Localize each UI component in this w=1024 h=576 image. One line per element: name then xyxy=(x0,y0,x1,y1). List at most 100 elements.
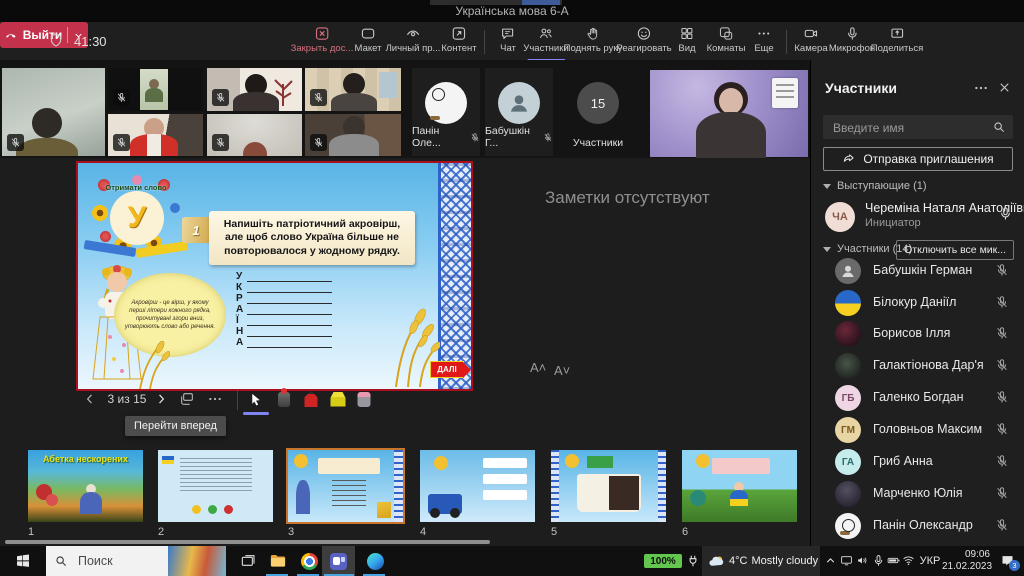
participant-row[interactable]: Бабушкін Герман xyxy=(811,256,1024,287)
chat-button[interactable]: Чат xyxy=(500,26,516,58)
mic-tray-icon[interactable] xyxy=(872,554,885,567)
participant-row[interactable]: Галактіонова Дар'я xyxy=(811,351,1024,382)
participant-row[interactable]: Марченко Юлія xyxy=(811,479,1024,510)
teacher-video-tile[interactable] xyxy=(650,70,808,157)
presentation-slide[interactable]: У Отримати слово 1 Напишіть патріотичний… xyxy=(76,161,473,391)
teams-button[interactable] xyxy=(324,546,352,576)
chrome-button[interactable] xyxy=(295,546,323,576)
pointer-tool-button[interactable] xyxy=(249,388,264,410)
task-view-button[interactable] xyxy=(234,546,262,576)
video-tile[interactable] xyxy=(108,114,203,156)
camera-button[interactable]: Камера xyxy=(794,26,827,58)
stop-presenting-button[interactable]: Закрыть дос... xyxy=(291,26,354,58)
raise-hand-button[interactable]: Поднять руку xyxy=(564,26,623,58)
mic-muted-badge xyxy=(113,89,130,106)
mic-icon xyxy=(844,26,859,41)
taskbar-search-input[interactable] xyxy=(76,553,175,569)
thumb-number: 4 xyxy=(420,526,426,538)
mic-muted-icon[interactable] xyxy=(995,518,1009,532)
notes-font-increase-button[interactable]: A˄ xyxy=(530,360,546,375)
previous-slide-button[interactable] xyxy=(83,388,97,410)
avatar-tile-babushkin[interactable]: Бабушкін Г... xyxy=(485,68,553,156)
mic-muted-icon[interactable] xyxy=(995,358,1009,372)
slide-grid-button[interactable] xyxy=(179,388,195,410)
slide-thumbnail-5[interactable] xyxy=(551,450,666,522)
mic-muted-icon[interactable] xyxy=(995,390,1009,404)
mic-muted-icon[interactable] xyxy=(995,295,1009,309)
filmstrip-scrollbar[interactable] xyxy=(5,540,490,544)
speakers-section-header[interactable]: Выступающие (1) xyxy=(823,180,927,192)
battery-status[interactable]: 100% xyxy=(644,554,682,568)
pen-tool-button[interactable] xyxy=(305,388,318,410)
avatar-tile-panin[interactable]: Панін Оле... xyxy=(412,68,480,156)
video-tile[interactable] xyxy=(207,68,302,111)
video-tile[interactable] xyxy=(108,68,203,111)
more-button[interactable]: Еще xyxy=(754,26,773,58)
rooms-button[interactable]: Комнаты xyxy=(707,26,746,58)
mic-muted-icon[interactable] xyxy=(995,263,1009,277)
slide-thumbnail-6[interactable] xyxy=(682,450,797,522)
mic-muted-badge xyxy=(212,134,229,151)
date: 21.02.2023 xyxy=(942,561,990,573)
next-slide-button-control[interactable] xyxy=(154,388,168,410)
private-view-button[interactable]: Личный пр... xyxy=(386,26,441,58)
eraser-tool-button[interactable] xyxy=(358,388,371,410)
file-explorer-button[interactable] xyxy=(264,546,292,576)
weather-widget[interactable]: 4°C Mostly cloudy xyxy=(702,546,820,576)
tray-expand-icon[interactable] xyxy=(824,554,837,567)
battery-tray-icon[interactable] xyxy=(887,554,900,567)
participant-row[interactable]: ГМ Головньов Максим xyxy=(811,415,1024,446)
thumb-number: 1 xyxy=(28,526,34,538)
next-slide-button[interactable]: ДАЛІ xyxy=(430,361,464,378)
close-icon[interactable] xyxy=(997,80,1012,95)
participants-button[interactable]: Участники xyxy=(523,26,568,58)
taskbar-search[interactable] xyxy=(46,546,226,576)
participant-row[interactable]: Борисов Ілля xyxy=(811,319,1024,350)
mic-muted-icon[interactable] xyxy=(995,422,1009,436)
send-invite-button[interactable]: Отправка приглашения xyxy=(823,147,1013,171)
slide-thumbnail-4[interactable] xyxy=(420,450,535,522)
video-tile[interactable] xyxy=(207,114,302,156)
avatar-initials: ГА xyxy=(835,449,861,475)
video-tile[interactable] xyxy=(305,114,401,156)
participant-row[interactable]: ГА Гриб Анна xyxy=(811,447,1024,478)
highlighter-tool-button[interactable] xyxy=(331,388,346,410)
overflow-count: 15 xyxy=(577,82,619,124)
layout-button[interactable]: Макет xyxy=(355,26,382,58)
laser-tool-button[interactable] xyxy=(278,388,290,410)
edge-button[interactable] xyxy=(361,546,389,576)
participant-search[interactable] xyxy=(823,115,1013,139)
search-input[interactable] xyxy=(831,115,985,141)
mic-on-icon[interactable] xyxy=(998,206,1013,221)
participant-row[interactable]: Панін Олександр xyxy=(811,511,1024,542)
notes-font-decrease-button[interactable]: A˅ xyxy=(554,363,570,378)
overflow-tile[interactable]: 15 Участники xyxy=(558,68,638,156)
notification-center-button[interactable]: 3 xyxy=(1000,553,1015,568)
panel-more-icon[interactable] xyxy=(973,80,989,96)
content-button[interactable]: Контент xyxy=(441,26,476,58)
mic-muted-icon[interactable] xyxy=(995,326,1009,340)
slide-thumbnail-3-selected[interactable] xyxy=(286,448,405,524)
video-tile[interactable] xyxy=(305,68,401,111)
display-tray-icon[interactable] xyxy=(840,554,853,567)
microphone-button[interactable]: Микрофон xyxy=(829,26,875,58)
mic-muted-icon[interactable] xyxy=(995,454,1009,468)
mic-muted-icon[interactable] xyxy=(995,486,1009,500)
video-tile[interactable] xyxy=(2,68,105,156)
slide-thumbnail-2[interactable] xyxy=(158,450,273,522)
presenter-row[interactable]: ЧА Череміна Наталя Анатоліївна Инициатор xyxy=(811,196,1024,240)
share-button[interactable]: Поделиться xyxy=(871,26,923,58)
react-button[interactable]: Реагировать xyxy=(616,26,671,58)
language-indicator[interactable]: УКР xyxy=(916,555,944,567)
view-button[interactable]: Вид xyxy=(678,26,695,58)
weather-temp: 4°C xyxy=(729,555,747,567)
more-controls-button[interactable] xyxy=(207,388,223,410)
slide-thumbnail-1[interactable]: Абетка нескорених xyxy=(28,450,143,522)
participant-row[interactable]: Білокур Даніїл xyxy=(811,288,1024,319)
search-highlight-image[interactable] xyxy=(168,546,226,576)
start-button[interactable] xyxy=(0,546,46,576)
clock[interactable]: 09:06 21.02.2023 xyxy=(942,549,990,573)
network-tray-icon[interactable] xyxy=(902,554,915,567)
participant-row[interactable]: ГБ Галенко Богдан xyxy=(811,383,1024,414)
volume-tray-icon[interactable] xyxy=(856,554,869,567)
